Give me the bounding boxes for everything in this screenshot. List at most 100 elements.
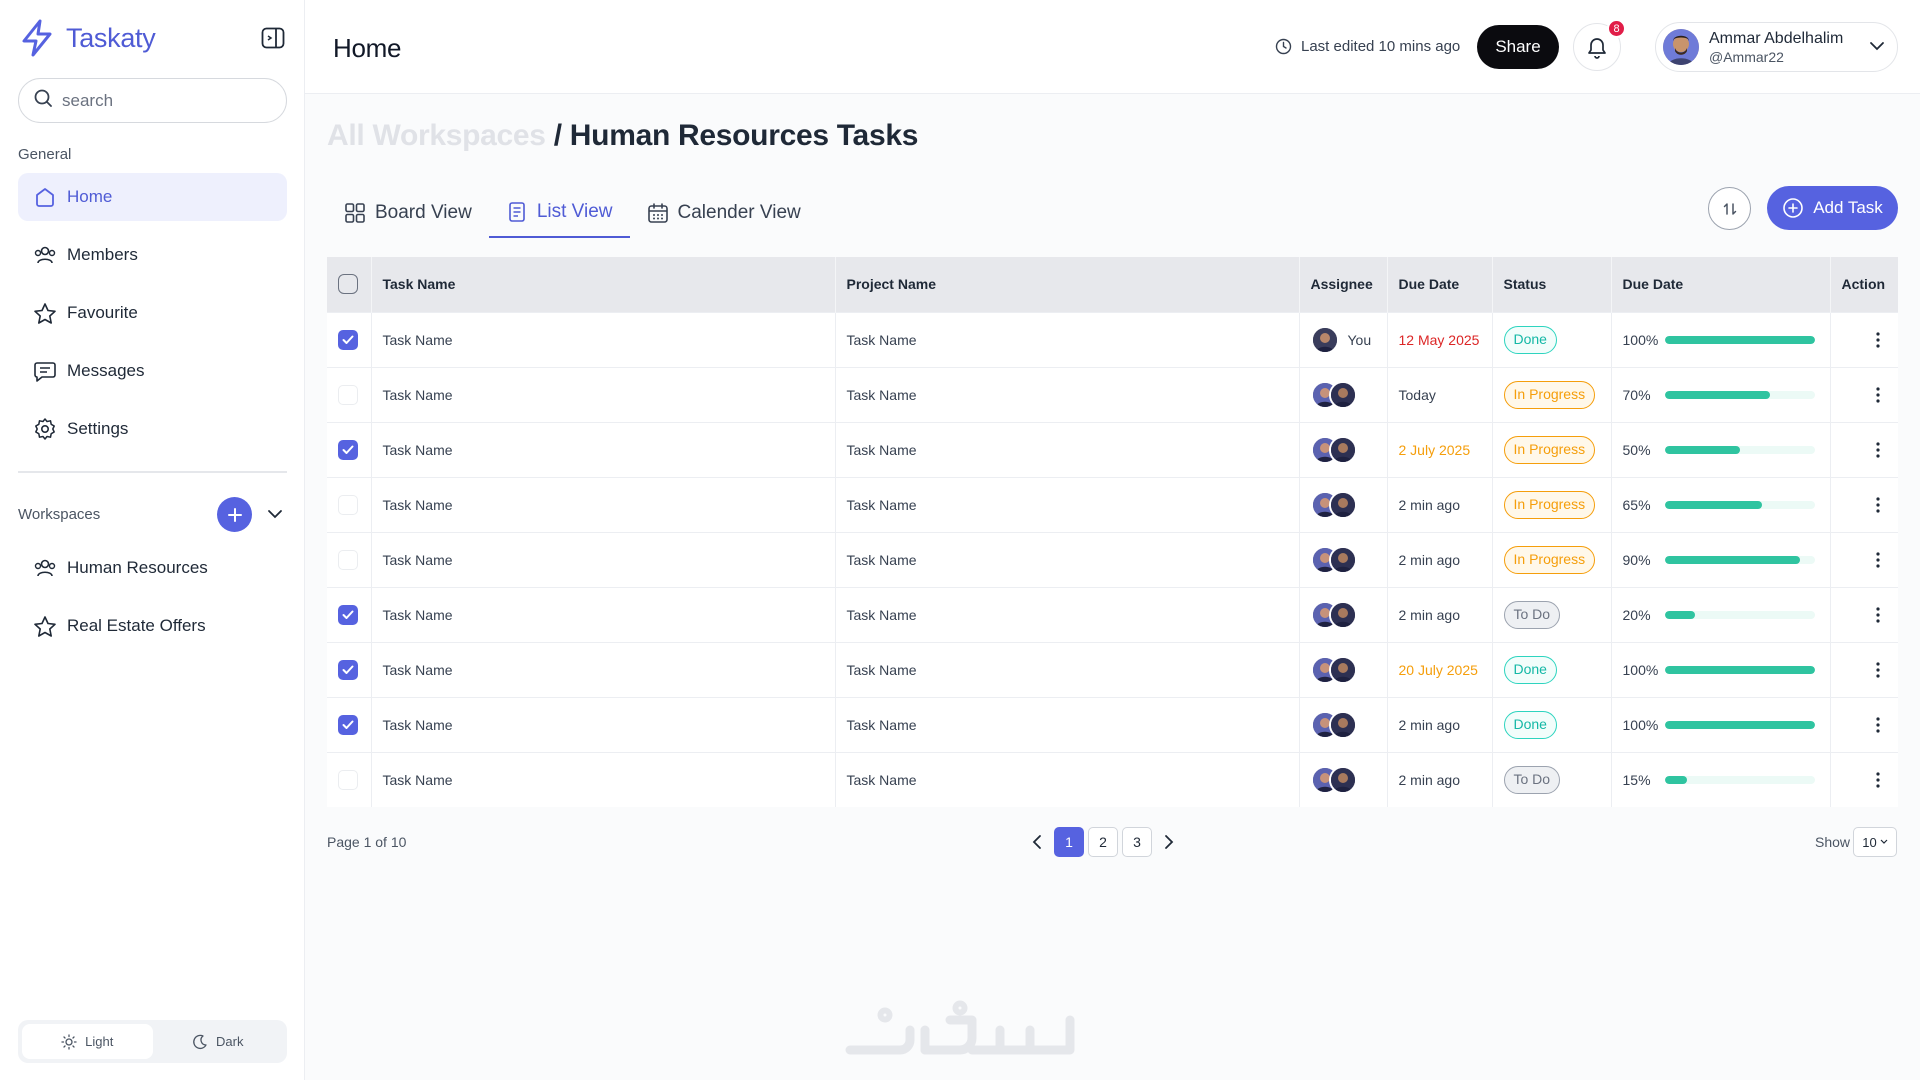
theme-light-option[interactable]: Light [22, 1024, 153, 1059]
task-name-cell[interactable]: Task Name [371, 476, 836, 532]
breadcrumb-root[interactable]: All Workspaces [327, 119, 546, 152]
assignee-avatars [1310, 545, 1387, 574]
user-handle: @Ammar22 [1709, 48, 1784, 65]
column-header-assignee[interactable]: Assignee [1299, 257, 1388, 312]
page-button[interactable]: 2 [1088, 827, 1118, 857]
task-name-cell[interactable]: Task Name [371, 696, 836, 752]
row-checkbox[interactable] [338, 384, 358, 405]
status-badge[interactable]: To Do [1503, 765, 1561, 794]
task-name-cell[interactable]: Task Name [371, 751, 836, 807]
due-date-cell: Today [1387, 366, 1493, 422]
tab-label: Board View [375, 202, 472, 223]
next-page-button[interactable] [1154, 827, 1184, 857]
progress-cell: 65% [1611, 476, 1831, 532]
add-workspace-button[interactable] [217, 497, 252, 532]
workspace-item-human-resources[interactable]: Human Resources [18, 544, 287, 592]
add-task-button[interactable]: Add Task [1767, 186, 1898, 230]
search-box[interactable] [18, 78, 287, 123]
progress-cell: 20% [1611, 586, 1831, 642]
workspace-item-real-estate-offers[interactable]: Real Estate Offers [18, 602, 287, 650]
prev-page-button[interactable] [1022, 827, 1052, 857]
due-date-cell: 20 July 2025 [1387, 641, 1493, 697]
progress-percent: 90% [1622, 551, 1651, 568]
row-checkbox[interactable] [338, 659, 358, 680]
more-vertical-icon[interactable] [1866, 716, 1890, 733]
search-input[interactable] [62, 90, 262, 111]
column-header-project-name[interactable]: Project Name [835, 257, 1300, 312]
status-badge[interactable]: Done [1503, 710, 1557, 739]
progress-percent: 15% [1622, 771, 1651, 788]
table-row[interactable]: Task Name Task Name 2 min ago Done 100% [327, 696, 1898, 752]
more-vertical-icon[interactable] [1866, 496, 1890, 513]
task-name-cell[interactable]: Task Name [371, 421, 836, 477]
sidebar-collapse-icon[interactable] [260, 25, 286, 51]
progress-cell: 100% [1611, 696, 1831, 752]
row-checkbox[interactable] [338, 769, 358, 790]
page-size-select[interactable]: 10 [1853, 827, 1897, 857]
tab-list-view[interactable]: List View [488, 188, 630, 238]
row-checkbox[interactable] [338, 714, 358, 735]
sidebar-item-members[interactable]: Members [18, 231, 287, 279]
row-checkbox[interactable] [338, 604, 358, 625]
column-header-status[interactable]: Status [1492, 257, 1612, 312]
sort-button[interactable] [1708, 187, 1751, 230]
table-row[interactable]: Task Name Task Name 2 min ago In Progress 65… [327, 476, 1898, 532]
table-row[interactable]: Task Name Task Name 2 min ago In Progress 90… [327, 531, 1898, 587]
action-cell [1830, 366, 1898, 422]
task-name-cell[interactable]: Task Name [371, 366, 836, 422]
more-vertical-icon[interactable] [1866, 772, 1890, 788]
action-cell [1830, 311, 1898, 367]
status-badge[interactable]: In Progress [1503, 380, 1596, 409]
page-button[interactable]: 3 [1122, 827, 1152, 857]
sidebar-item-home[interactable]: Home [18, 173, 287, 221]
page-button[interactable]: 1 [1054, 827, 1084, 857]
task-name-cell[interactable]: Task Name [371, 311, 836, 367]
share-button[interactable]: Share [1477, 25, 1559, 69]
tab-board-view[interactable]: Board View [327, 188, 489, 238]
status-badge[interactable]: Done [1503, 655, 1557, 684]
more-vertical-icon[interactable] [1866, 386, 1890, 403]
status-badge[interactable]: In Progress [1503, 490, 1596, 519]
select-all-checkbox[interactable] [338, 274, 358, 295]
table-row[interactable]: Task Name Task Name Today In Progress 70% [327, 366, 1898, 422]
status-cell: Done [1492, 696, 1612, 752]
table-row[interactable]: Task Name Task Name 2 min ago To Do 20% [327, 586, 1898, 642]
avatar [1663, 29, 1699, 65]
row-checkbox[interactable] [338, 439, 358, 460]
theme-dark-option[interactable]: Dark [153, 1024, 284, 1059]
column-header-due-date[interactable]: Due Date [1387, 257, 1493, 312]
progress-cell: 70% [1611, 366, 1831, 422]
status-badge[interactable]: Done [1503, 325, 1557, 354]
chevron-down-icon[interactable] [265, 504, 285, 524]
more-vertical-icon[interactable] [1866, 606, 1890, 623]
tab-calendar-view[interactable]: Calender View [630, 188, 818, 238]
add-task-label: Add Task [1813, 198, 1883, 217]
more-vertical-icon[interactable] [1866, 551, 1890, 568]
more-vertical-icon[interactable] [1866, 331, 1890, 348]
task-name-cell[interactable]: Task Name [371, 531, 836, 587]
status-badge[interactable]: In Progress [1503, 435, 1596, 464]
table-row[interactable]: Task Name Task Name 20 July 2025 Done 100% [327, 641, 1898, 697]
status-badge[interactable]: In Progress [1503, 545, 1596, 574]
sidebar-item-favourite[interactable]: Favourite [18, 289, 287, 337]
table-row[interactable]: Task Name Task Name 2 July 2025 In Progress… [327, 421, 1898, 477]
sidebar-item-messages[interactable]: Messages [18, 347, 287, 395]
check-icon [342, 610, 354, 619]
column-header-progress[interactable]: Due Date [1611, 257, 1831, 312]
more-vertical-icon[interactable] [1866, 661, 1890, 678]
status-badge[interactable]: To Do [1503, 600, 1561, 629]
table-row[interactable]: Task Name Task Name You 12 May 2025 Done 100% [327, 311, 1898, 367]
sidebar-item-settings[interactable]: Settings [18, 405, 287, 453]
row-checkbox[interactable] [338, 329, 358, 350]
page-size-value: 10 [1862, 834, 1877, 850]
due-date-cell: 2 min ago [1387, 586, 1493, 642]
user-menu[interactable]: Ammar Abdelhalim @Ammar22 [1655, 22, 1898, 72]
task-name-cell[interactable]: Task Name [371, 641, 836, 697]
more-vertical-icon[interactable] [1866, 441, 1890, 458]
column-header-task-name[interactable]: Task Name [371, 257, 836, 312]
task-name-cell[interactable]: Task Name [371, 586, 836, 642]
row-checkbox[interactable] [338, 494, 358, 515]
calendar-icon [647, 203, 668, 223]
row-checkbox[interactable] [338, 549, 358, 570]
table-row[interactable]: Task Name Task Name 2 min ago To Do 15% [327, 751, 1898, 807]
